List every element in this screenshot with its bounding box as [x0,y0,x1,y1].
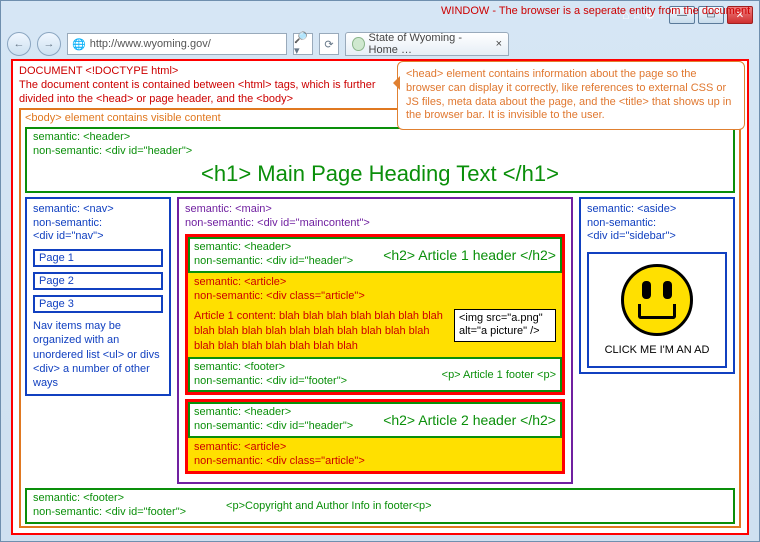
header-sem: semantic: <header> [33,131,727,145]
forward-button[interactable]: → [37,32,61,56]
a1-sem: semantic: <article> [194,276,556,290]
nav-non: non-semantic: [33,217,163,231]
a1-ftr-p: <p> Article 1 footer <p> [442,369,556,381]
aside-non: non-semantic: [587,217,727,231]
main-non: non-semantic: <div id="maincontent"> [185,217,565,231]
columns: semantic: <nav> non-semantic: <div id="n… [25,197,735,485]
a2-non: non-semantic: <div class="article"> [194,455,556,469]
browser-tab[interactable]: State of Wyoming - Home … × [345,32,509,56]
a1-content: Article 1 content: blah blah blah blah b… [194,309,448,354]
img-placeholder: <img src="a.png" alt="a picture" /> [454,309,556,341]
nav-item[interactable]: Page 3 [33,295,163,313]
article1-header: semantic: <header> non-semantic: <div id… [188,237,562,273]
a2-h2: <h2> Article 2 header </h2> [383,412,556,428]
article-2: semantic: <header> non-semantic: <div id… [185,399,565,474]
aside-non2: <div id="sidebar"> [587,230,727,244]
main-sem: semantic: <main> [185,203,565,217]
a1-non: non-semantic: <div class="article"> [194,290,556,304]
a1-hdr-non: non-semantic: <div id="header"> [194,255,353,269]
a2-sem: semantic: <article> [194,441,556,455]
tab-favicon [352,37,365,51]
document-desc: The document content is contained betwee… [19,79,399,107]
ad-box[interactable]: CLICK ME I'M AN AD [587,252,727,368]
refresh-button[interactable]: ⟳ [319,33,339,55]
url-text: http://www.wyoming.gov/ [90,38,211,50]
header-non: non-semantic: <div id="header"> [33,145,727,159]
back-button[interactable]: ← [7,32,31,56]
a1-h2: <h2> Article 1 header </h2> [383,247,556,263]
main-box: semantic: <main> non-semantic: <div id="… [177,197,573,485]
nav-note: Nav items may be organized with an unord… [33,319,163,390]
smiley-icon [621,264,693,336]
nav-non2: <div id="nav"> [33,230,163,244]
a1-hdr-sem: semantic: <header> [194,241,353,255]
a2-hdr-sem: semantic: <header> [194,406,353,420]
nav-item[interactable]: Page 1 [33,249,163,267]
article-1: semantic: <header> non-semantic: <div id… [185,234,565,395]
article2-header: semantic: <header> non-semantic: <div id… [188,402,562,438]
search-dropdown[interactable]: 🔎 ▾ [293,33,313,55]
url-field[interactable]: 🌐 http://www.wyoming.gov/ [67,33,287,55]
page-header-box: semantic: <header> non-semantic: <div id… [25,127,735,193]
article1-footer: semantic: <footer> non-semantic: <div id… [188,357,562,393]
tab-close-icon[interactable]: × [496,38,502,50]
head-callout: <head> element contains information abou… [397,61,745,130]
ad-text: CLICK ME I'M AN AD [593,344,721,356]
aside-box: semantic: <aside> non-semantic: <div id=… [579,197,735,374]
nav-box: semantic: <nav> non-semantic: <div id="n… [25,197,171,397]
a1-ftr-non: non-semantic: <div id="footer"> [194,375,347,389]
footer-p: <p>Copyright and Author Info in footer<p… [226,500,431,512]
aside-sem: semantic: <aside> [587,203,727,217]
footer-sem: semantic: <footer> [33,492,186,506]
globe-icon: 🌐 [72,38,86,51]
nav-item[interactable]: Page 2 [33,272,163,290]
browser-window: WINDOW - The browser is a seperate entit… [0,0,760,542]
window-annotation: WINDOW - The browser is a seperate entit… [441,5,750,17]
a2-hdr-non: non-semantic: <div id="header"> [194,420,353,434]
body-box: <body> element contains visible content … [19,108,741,528]
nav-sem: semantic: <nav> [33,203,163,217]
footer-non: non-semantic: <div id="footer"> [33,506,186,520]
a1-ftr-sem: semantic: <footer> [194,361,347,375]
address-bar: ← → 🌐 http://www.wyoming.gov/ 🔎 ▾ ⟳ Stat… [1,29,759,59]
page-footer-box: semantic: <footer> non-semantic: <div id… [25,488,735,524]
h1-text: <h1> Main Page Heading Text </h1> [33,161,727,187]
document-box: DOCUMENT <!DOCTYPE html> The document co… [11,59,749,535]
tab-title: State of Wyoming - Home … [369,32,492,56]
